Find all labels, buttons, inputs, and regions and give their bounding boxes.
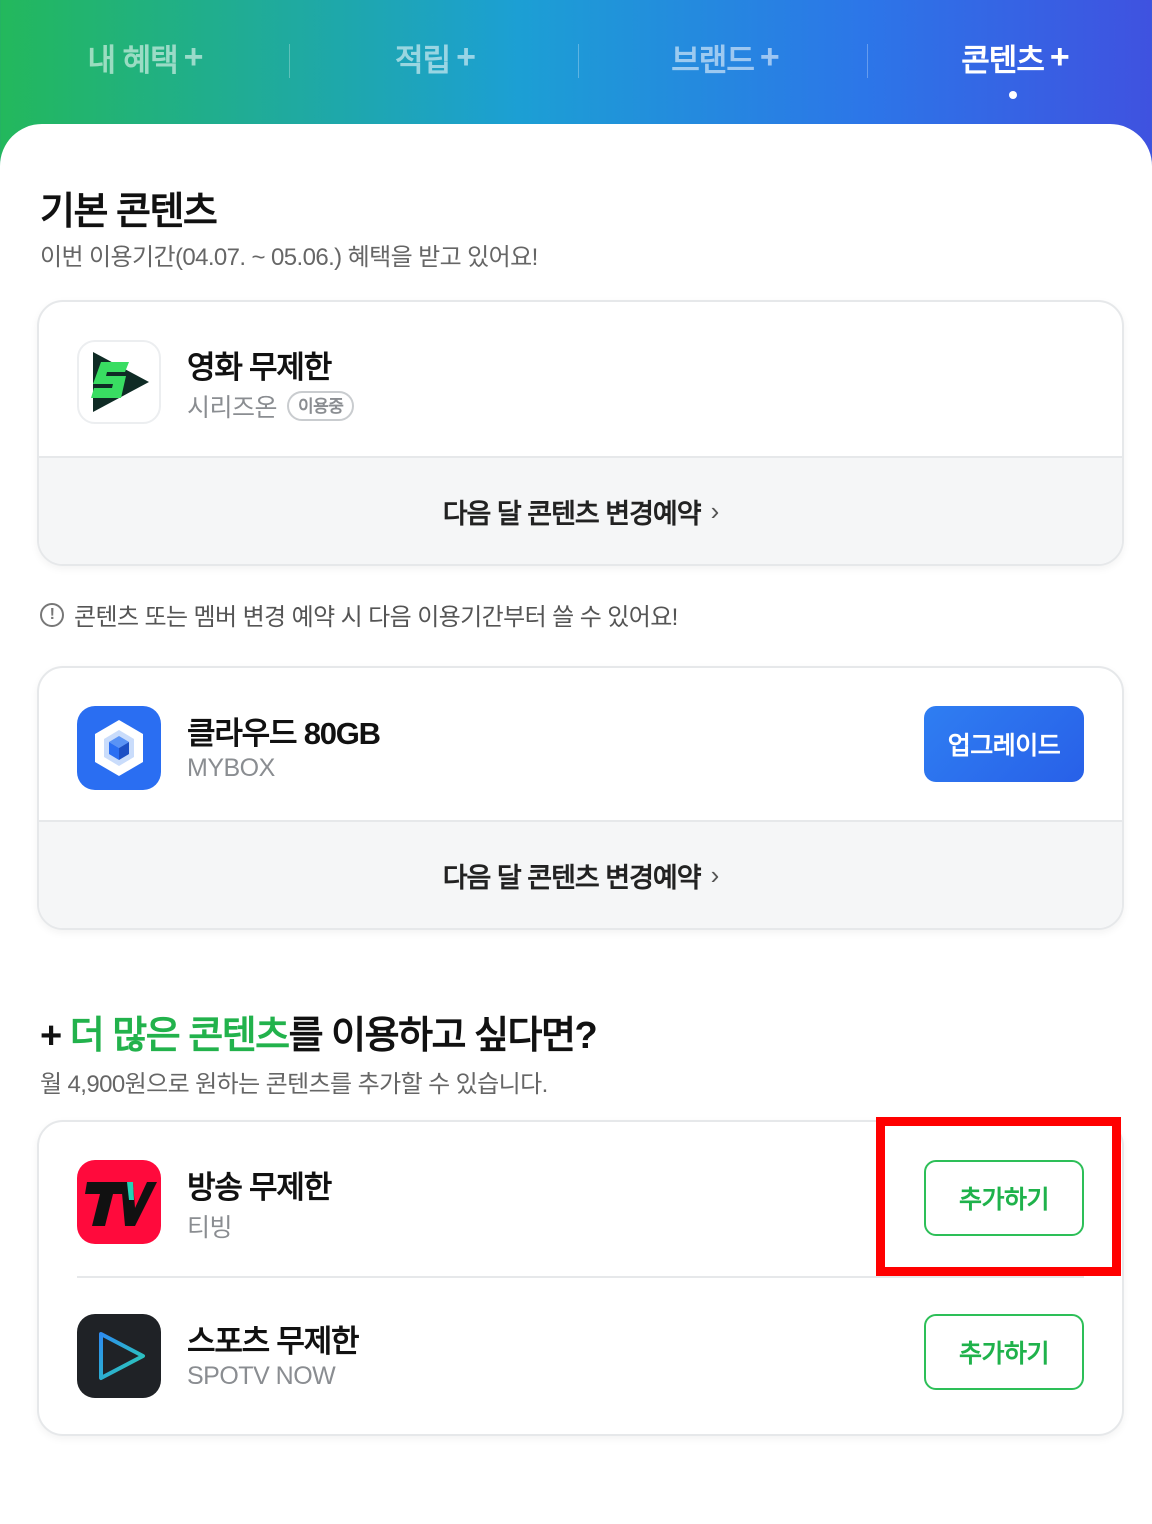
more-contents-title-rest: 를 이용하고 싶다면? <box>288 1015 598 1057</box>
reservation-label: 다음 달 콘텐츠 변경예약 <box>442 862 702 893</box>
movie-change-reservation-button[interactable]: 다음 달 콘텐츠 변경예약 › <box>39 456 1122 564</box>
plus-icon: + <box>40 1015 62 1057</box>
provider-name: 시리즈온 <box>187 394 278 422</box>
content-sheet: 기본 콘텐츠 이번 이용기간(04.07. ~ 05.06.) 혜택을 받고 있… <box>0 124 1152 1524</box>
basic-contents-title: 기본 콘텐츠 <box>40 191 218 233</box>
notice-text: 콘텐츠 또는 멤버 변경 예약 시 다음 이용기간부터 쓸 수 있어요! <box>74 604 678 631</box>
tab-label: 내 혜택 <box>87 42 178 78</box>
highlight-box <box>876 1117 1121 1276</box>
change-notice: ! 콘텐츠 또는 멤버 변경 예약 시 다음 이용기간부터 쓸 수 있어요! <box>40 597 678 632</box>
active-tab-indicator <box>1009 91 1017 99</box>
mybox-cube-icon <box>77 706 161 790</box>
chevron-right-icon: › <box>710 495 720 526</box>
tab-divider <box>289 44 290 78</box>
in-use-badge: 이용중 <box>287 391 355 421</box>
tab-label: 브랜드 <box>671 42 755 78</box>
tab-divider <box>867 44 868 78</box>
plus-icon: + <box>1049 37 1070 76</box>
tab-my-benefits[interactable]: 내 혜택 + <box>60 32 230 82</box>
tving-logo-icon <box>77 1160 161 1244</box>
movie-provider: 시리즈온 이용중 <box>187 388 355 424</box>
plus-icon: + <box>759 37 780 76</box>
cloud-provider: MYBOX <box>187 754 275 782</box>
tab-contents[interactable]: 콘텐츠 + <box>925 32 1105 82</box>
serieson-logo-icon <box>77 340 161 424</box>
movie-content-card: 영화 무제한 시리즈온 이용중 다음 달 콘텐츠 변경예약 › <box>37 300 1124 566</box>
broadcast-provider: 티빙 <box>187 1214 233 1242</box>
spotv-play-icon <box>77 1314 161 1398</box>
basic-contents-subtitle: 이번 이용기간(04.07. ~ 05.06.) 혜택을 받고 있어요! <box>40 244 538 271</box>
info-icon: ! <box>40 602 64 627</box>
more-contents-subtitle: 월 4,900원으로 원하는 콘텐츠를 추가할 수 있습니다. <box>40 1071 548 1098</box>
sports-content-row: 스포츠 무제한 SPOTV NOW 추가하기 <box>39 1276 1122 1430</box>
more-contents-title: + 더 많은 콘텐츠를 이용하고 싶다면? <box>40 1004 598 1059</box>
tab-label: 적립 <box>395 42 451 78</box>
tab-label: 콘텐츠 <box>961 42 1045 78</box>
more-contents-highlight: 더 많은 콘텐츠 <box>69 1015 290 1057</box>
tab-points[interactable]: 적립 + <box>360 32 510 82</box>
plus-icon: + <box>183 37 204 76</box>
upgrade-button[interactable]: 업그레이드 <box>924 706 1084 782</box>
reservation-label: 다음 달 콘텐츠 변경예약 <box>442 498 702 529</box>
tab-divider <box>578 44 579 78</box>
top-tab-bar: 내 혜택 + 적립 + 브랜드 + 콘텐츠 + <box>0 0 1152 124</box>
tab-brand[interactable]: 브랜드 + <box>640 32 810 82</box>
cloud-change-reservation-button[interactable]: 다음 달 콘텐츠 변경예약 › <box>39 820 1122 928</box>
chevron-right-icon: › <box>710 859 720 890</box>
movie-content-name: 영화 무제한 <box>187 350 332 385</box>
add-sports-button[interactable]: 추가하기 <box>924 1314 1084 1390</box>
sports-provider: SPOTV NOW <box>187 1362 336 1390</box>
plus-icon: + <box>456 37 476 76</box>
cloud-content-card: 클라우드 80GB MYBOX 업그레이드 다음 달 콘텐츠 변경예약 › <box>37 666 1124 930</box>
movie-content-row[interactable]: 영화 무제한 시리즈온 이용중 <box>39 302 1122 456</box>
sports-content-name: 스포츠 무제한 <box>187 1324 360 1359</box>
broadcast-content-name: 방송 무제한 <box>187 1170 332 1205</box>
cloud-content-name: 클라우드 80GB <box>187 716 381 751</box>
cloud-content-row[interactable]: 클라우드 80GB MYBOX 업그레이드 <box>39 668 1122 820</box>
